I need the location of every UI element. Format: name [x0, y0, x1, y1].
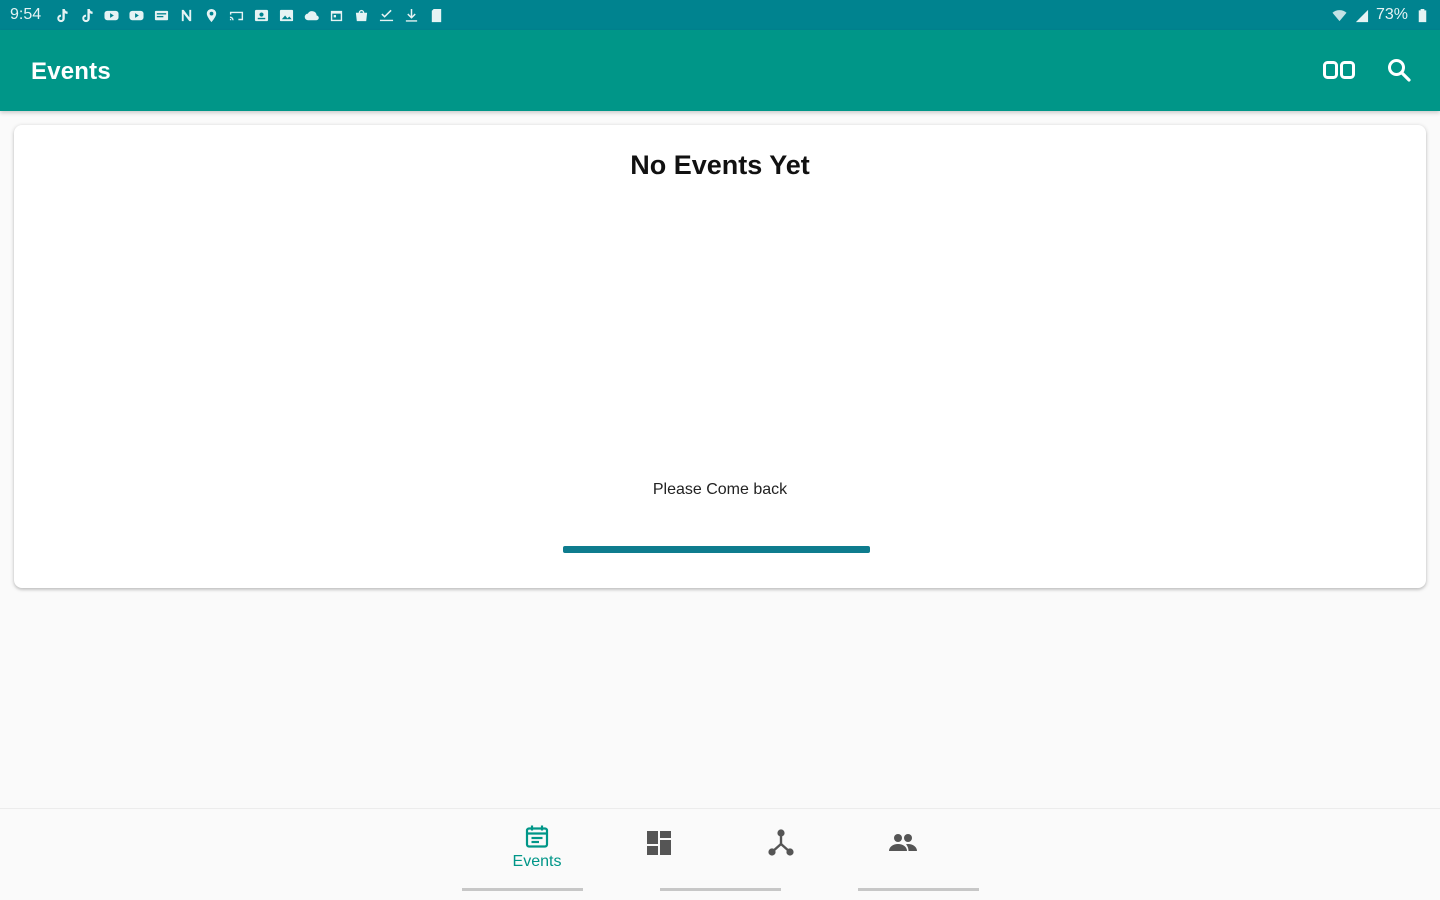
people-icon: [888, 824, 918, 862]
empty-state-title: No Events Yet: [630, 150, 810, 180]
search-button[interactable]: [1381, 54, 1417, 90]
battery-icon: [1414, 7, 1430, 23]
sd-card-icon: [428, 7, 444, 23]
toggle-view-button[interactable]: [1321, 54, 1357, 90]
photo-icon: [253, 7, 269, 23]
event-icon: [524, 822, 550, 852]
tiktok-icon: [78, 7, 94, 23]
youtube-icon: [128, 7, 144, 23]
gallery-icon: [278, 7, 294, 23]
message-icon: [153, 7, 169, 23]
screen: 9:54 73% Events No Events Yet Please Com…: [0, 0, 1440, 900]
nav-underline: [462, 888, 583, 891]
empty-state-card: No Events Yet Please Come back: [14, 125, 1426, 588]
nfc-icon: [178, 7, 194, 23]
nav-item-people[interactable]: [843, 818, 963, 896]
cast-icon: [228, 7, 244, 23]
notification-icons: [53, 7, 444, 23]
status-right: 73%: [1332, 6, 1430, 24]
nav-item-events-label: Events: [512, 853, 562, 870]
bag-icon: [353, 7, 369, 23]
calendar-icon: [328, 7, 344, 23]
divider-line: [563, 546, 870, 553]
search-icon: [1386, 57, 1412, 88]
tiktok-icon: [53, 7, 69, 23]
wifi-icon: [1332, 7, 1348, 23]
download-icon: [403, 7, 419, 23]
signal-icon: [1354, 7, 1370, 23]
nav-item-network[interactable]: [721, 818, 841, 896]
network-icon: [767, 824, 795, 862]
app-bar: Events: [0, 30, 1440, 111]
status-time: 9:54: [10, 6, 42, 23]
toggle-view-icon: [1322, 59, 1356, 86]
dashboard-icon: [646, 824, 672, 862]
nav-item-dashboard[interactable]: [599, 818, 719, 896]
cloud-icon: [303, 7, 319, 23]
page-title: Events: [31, 58, 111, 85]
battery-percent: 73%: [1375, 6, 1408, 23]
check-icon: [378, 7, 394, 23]
youtube-icon: [103, 7, 119, 23]
location-icon: [203, 7, 219, 23]
status-bar: 9:54 73%: [0, 0, 1440, 30]
nav-underline: [660, 888, 781, 891]
empty-state-subtitle: Please Come back: [652, 481, 788, 498]
nav-underline: [858, 888, 979, 891]
nav-item-events[interactable]: Events: [477, 818, 597, 896]
status-left: 9:54: [10, 6, 444, 24]
bottom-navigation: [0, 808, 1440, 900]
